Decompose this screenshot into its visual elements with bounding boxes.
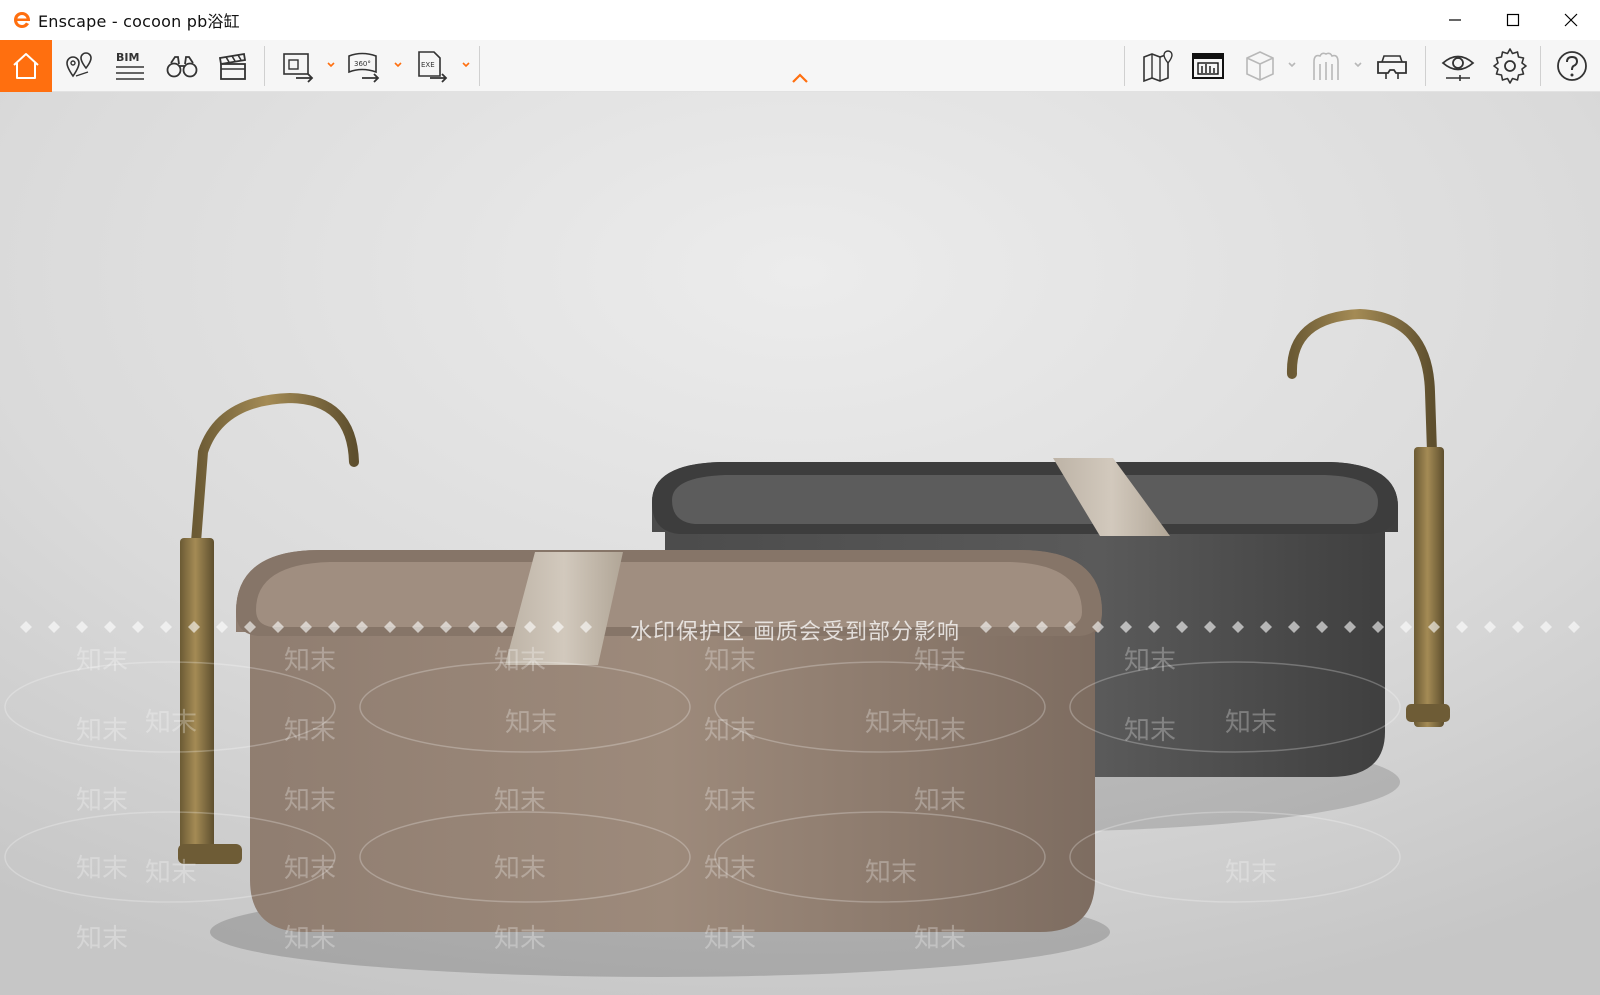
home-button[interactable] (0, 40, 52, 92)
watermark-tile: 知末 (76, 786, 129, 816)
exe-label: EXE (421, 61, 435, 69)
batch-render-button[interactable] (1182, 40, 1234, 92)
close-icon (1564, 13, 1578, 27)
watermark-tile: 知末 (494, 646, 547, 676)
watermark-tile: 知末 (284, 924, 337, 954)
export-image-button[interactable] (272, 40, 324, 92)
bim-icon: BIM (116, 51, 144, 80)
toolbar-separator (264, 46, 265, 86)
minimize-icon (1449, 19, 1461, 21)
collapse-toolbar-icon[interactable] (790, 72, 810, 84)
material-editor-button[interactable] (1300, 40, 1352, 92)
settings-button[interactable] (1484, 40, 1536, 92)
binoculars-icon (166, 56, 198, 78)
bim-button[interactable]: BIM (104, 40, 156, 92)
toolbar-separator (1540, 46, 1541, 86)
window-controls (1426, 0, 1600, 40)
watermark-tile: 知末 (284, 854, 337, 884)
asset-icon (1313, 52, 1339, 80)
watermark-tile: 知末 (704, 854, 757, 884)
export-exe-dropdown-icon[interactable] (461, 60, 471, 70)
enscape-logo-icon (14, 12, 30, 28)
walk-mode-button[interactable] (156, 40, 208, 92)
watermark-tile: 知末 (76, 924, 129, 954)
asset-library-button[interactable] (1234, 40, 1286, 92)
watermark-tile: 知末 (1225, 708, 1278, 738)
window-title: Enscape - cocoon pb浴缸 (38, 12, 240, 31)
watermark-tile: 知末 (1124, 716, 1177, 746)
watermark-tile: 知末 (145, 708, 198, 738)
help-button[interactable] (1546, 40, 1598, 92)
views-button[interactable] (54, 40, 106, 92)
watermark-tile: 知末 (494, 786, 547, 816)
watermark-tile: 知末 (914, 646, 967, 676)
bathtub-scene (0, 92, 1600, 995)
toolbar-separator (479, 46, 480, 86)
watermark-tile: 知末 (494, 854, 547, 884)
map-icon (1143, 50, 1173, 83)
watermark-tile: 知末 (284, 646, 337, 676)
watermark-tile: 知末 (505, 708, 558, 738)
export-image-dropdown-icon[interactable] (326, 60, 336, 70)
cube-icon (1246, 51, 1274, 81)
settings-icon (1493, 48, 1527, 84)
visual-settings-button[interactable] (1432, 40, 1484, 92)
export-exe-icon: EXE (418, 51, 448, 83)
watermark-tile: 知末 (1124, 646, 1177, 676)
map-button[interactable] (1132, 40, 1184, 92)
toolbar-separator (1425, 46, 1426, 86)
watermark-tile: 知末 (1225, 858, 1278, 888)
clapper-icon (218, 52, 247, 80)
export-360-dropdown-icon[interactable] (393, 60, 403, 70)
vr-headset-button[interactable] (1366, 40, 1418, 92)
visual-settings-icon (1441, 55, 1475, 81)
export-image-icon (283, 53, 314, 83)
close-button[interactable] (1542, 0, 1600, 40)
watermark-tile: 知末 (704, 786, 757, 816)
render-viewport[interactable]: 水印保护区 画质会受到部分影响 知末 知末 知末 知末 知末 知末 知末 知末 … (0, 92, 1600, 995)
watermark-tile: 知末 (914, 924, 967, 954)
bim-label: BIM (116, 51, 139, 64)
watermark-tile: 知末 (145, 858, 198, 888)
watermark-tile: 知末 (494, 924, 547, 954)
export-360-icon: 360° (348, 52, 380, 83)
toolbar-separator (1124, 46, 1125, 86)
title-bar: Enscape - cocoon pb浴缸 (0, 0, 1600, 40)
help-icon (1557, 51, 1587, 81)
watermark-tile: 知末 (76, 854, 129, 884)
watermark-notice: 水印保护区 画质会受到部分影响 (630, 620, 960, 645)
screenshot-icon (1192, 53, 1224, 79)
watermark-tile: 知末 (284, 716, 337, 746)
video-editor-button[interactable] (207, 40, 259, 92)
watermark-tile: 知末 (704, 924, 757, 954)
panorama-label: 360° (354, 60, 371, 68)
maximize-button[interactable] (1484, 0, 1542, 40)
asset-dropdown-icon[interactable] (1287, 60, 1297, 70)
views-icon (66, 52, 92, 78)
watermark-tile: 知末 (76, 716, 129, 746)
watermark-tile: 知末 (865, 708, 918, 738)
watermark-tile: 知末 (704, 646, 757, 676)
watermark-tile: 知末 (76, 646, 129, 676)
watermark-tile: 知末 (704, 716, 757, 746)
export-exe-button[interactable]: EXE (406, 40, 458, 92)
vr-headset-icon (1377, 55, 1407, 79)
watermark-tile: 知末 (284, 786, 337, 816)
export-360-button[interactable]: 360° (338, 40, 390, 92)
watermark-tile: 知末 (865, 858, 918, 888)
material-dropdown-icon[interactable] (1353, 60, 1363, 70)
home-icon (13, 53, 39, 79)
maximize-icon (1506, 13, 1520, 27)
watermark-tile: 知末 (914, 716, 967, 746)
toolbar: BIM 360° EXE (0, 40, 1600, 92)
minimize-button[interactable] (1426, 0, 1484, 40)
watermark-tile: 知末 (914, 786, 967, 816)
